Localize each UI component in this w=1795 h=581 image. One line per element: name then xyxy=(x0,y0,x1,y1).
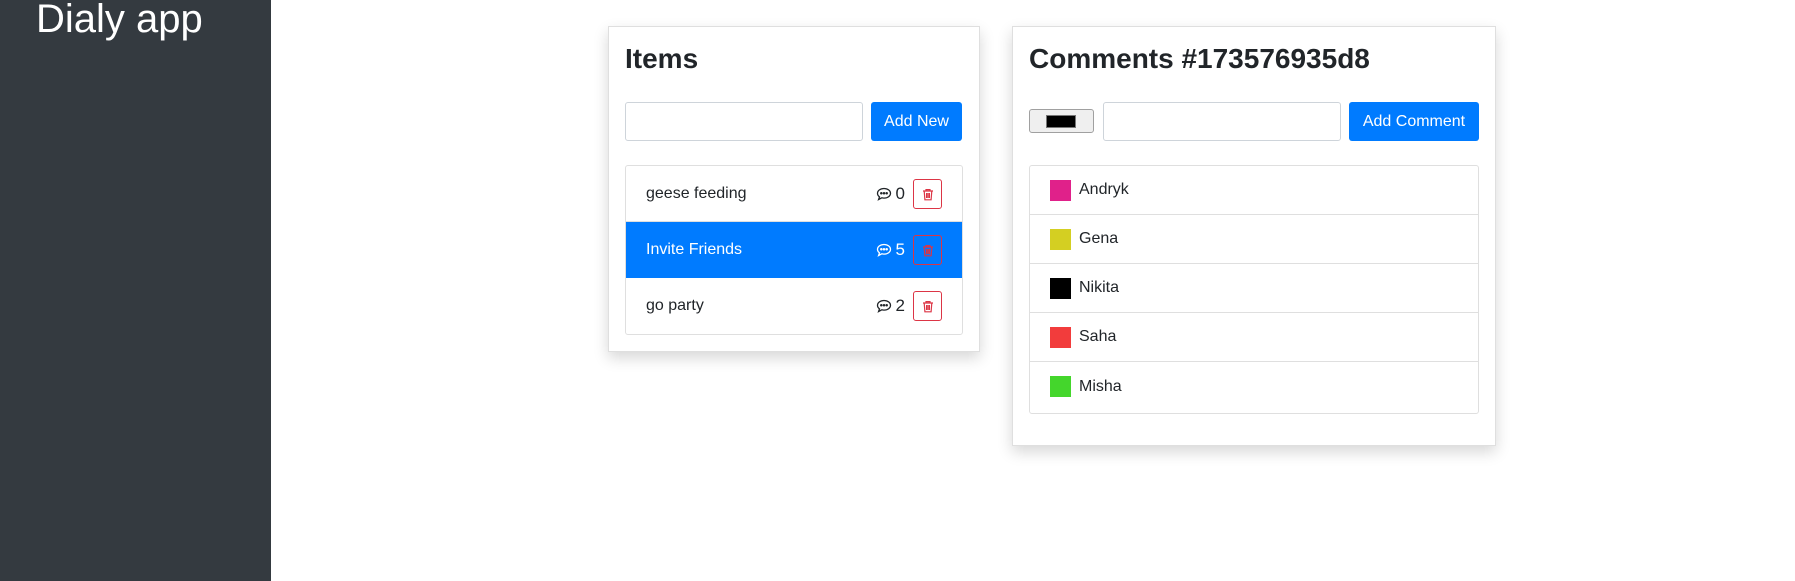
delete-item-button[interactable] xyxy=(913,291,942,321)
comment-icon xyxy=(876,187,892,201)
comment-row: Misha xyxy=(1030,362,1478,411)
comment-color-swatch xyxy=(1050,326,1071,348)
delete-item-button[interactable] xyxy=(913,179,942,209)
comments-title: Comments #173576935d8 xyxy=(1029,43,1370,74)
item-row[interactable]: go party 2 xyxy=(626,278,962,334)
trash-icon xyxy=(922,300,934,313)
items-list: geese feeding 0 Invite Friends 5 go party 2 xyxy=(625,165,963,335)
app-title: Dialy app xyxy=(36,0,203,41)
trash-icon xyxy=(922,188,934,201)
new-comment-input[interactable] xyxy=(1103,102,1341,141)
items-card: Items Add New geese feeding 0 Invite Frien… xyxy=(608,26,980,352)
comment-color-swatch xyxy=(1050,376,1071,397)
comment-text: Misha xyxy=(1079,377,1122,395)
color-picker-swatch xyxy=(1046,115,1076,128)
items-title: Items xyxy=(625,43,699,74)
item-comment-count: 5 xyxy=(876,222,905,278)
trash-icon xyxy=(922,244,934,257)
item-row[interactable]: geese feeding 0 xyxy=(626,166,962,222)
comment-color-swatch xyxy=(1050,228,1071,250)
color-picker[interactable] xyxy=(1029,109,1094,133)
comment-icon xyxy=(876,243,892,257)
new-item-input[interactable] xyxy=(625,102,863,141)
comment-text: Saha xyxy=(1079,328,1117,345)
comment-row: Saha xyxy=(1030,313,1478,362)
delete-item-button[interactable] xyxy=(913,235,942,265)
comment-count-value: 0 xyxy=(895,184,905,203)
comment-count-value: 2 xyxy=(895,296,905,315)
comment-text: Nikita xyxy=(1079,279,1120,296)
comments-list: Andryk Gena Nikita Saha Misha xyxy=(1029,165,1479,414)
comment-row: Nikita xyxy=(1030,264,1478,313)
comments-card: Comments #173576935d8 Add Comment Andryk… xyxy=(1012,26,1496,446)
item-comment-count: 2 xyxy=(876,278,905,334)
sidebar: Dialy app xyxy=(0,0,271,581)
item-row[interactable]: Invite Friends 5 xyxy=(626,222,962,278)
add-comment-button[interactable]: Add Comment xyxy=(1349,102,1479,141)
item-comment-count: 0 xyxy=(876,166,905,222)
comment-text: Gena xyxy=(1079,230,1119,247)
comment-color-swatch xyxy=(1050,179,1071,201)
add-new-button[interactable]: Add New xyxy=(871,102,962,141)
item-name: Invite Friends xyxy=(646,240,743,258)
comment-color-swatch xyxy=(1050,277,1071,299)
item-name: go party xyxy=(646,297,704,314)
comment-count-value: 5 xyxy=(895,240,905,259)
comment-icon xyxy=(876,299,892,313)
comment-row: Andryk xyxy=(1030,166,1478,215)
item-name: geese feeding xyxy=(646,184,747,202)
comment-row: Gena xyxy=(1030,215,1478,264)
comment-text: Andryk xyxy=(1079,181,1129,198)
